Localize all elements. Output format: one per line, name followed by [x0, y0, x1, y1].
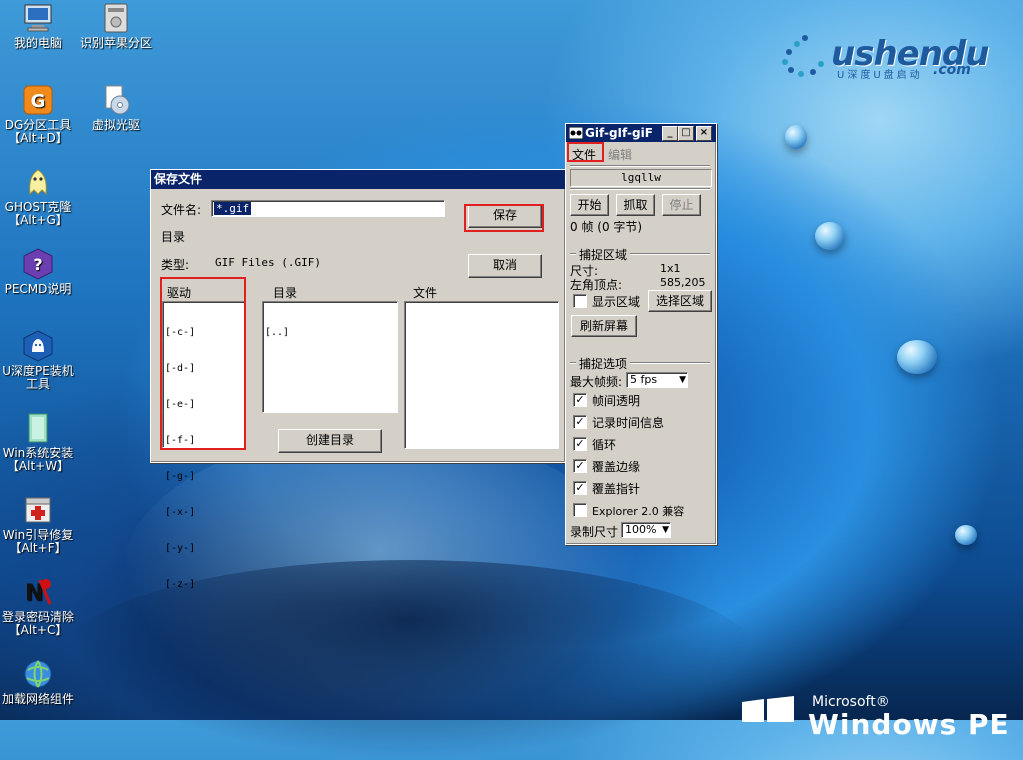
corner-label: 左角顶点:	[570, 278, 623, 292]
filename-label: 文件名:	[161, 203, 202, 217]
desktop-icon-boot-repair[interactable]: Win引导修复 【Alt+F】	[0, 494, 76, 555]
directories-header: 目录	[273, 286, 298, 300]
option-checkbox[interactable]: ✓	[573, 393, 587, 407]
svg-text:G: G	[31, 91, 46, 112]
ushendu-logo: ushendu U深度U盘启动 .com	[775, 28, 1005, 83]
size-value: 1x1	[660, 262, 681, 275]
windows-pe-text: Windows PE	[808, 708, 1010, 741]
gif-tool-title: Gif-gIf-giF	[585, 126, 653, 140]
type-value: GIF Files (.GIF)	[215, 256, 321, 269]
option-label: 覆盖指针	[592, 482, 641, 496]
record-size-select[interactable]: 100% ▼	[621, 522, 671, 538]
svg-text:?: ?	[33, 255, 42, 274]
gif-tool-title-bar: Gif-gIf-giF _ □ ×	[566, 124, 716, 142]
option-checkbox[interactable]	[573, 503, 587, 517]
files-list[interactable]	[404, 301, 559, 449]
record-size-value: 100%	[625, 523, 657, 536]
grab-button[interactable]: 抓取	[616, 194, 655, 216]
directory-label: 目录	[161, 230, 186, 244]
minimize-icon[interactable]: _	[662, 126, 678, 141]
stop-button[interactable]: 停止	[662, 194, 701, 216]
water-drop	[955, 525, 977, 545]
capture-area-header: 捕捉区域	[576, 246, 631, 263]
option-checkbox[interactable]: ✓	[573, 481, 587, 495]
windows-pe-logo: Microsoft® Windows PE	[740, 694, 1020, 741]
desktop-icon-apple-partition[interactable]: 识别苹果分区	[78, 2, 154, 50]
desktop-icon-pecmd-help[interactable]: ? PECMD说明	[0, 248, 76, 296]
desktop-icon-my-computer[interactable]: 我的电脑	[0, 2, 76, 50]
close-icon[interactable]: ×	[696, 126, 712, 141]
option-label: 帧间透明	[592, 394, 641, 408]
desktop-icon-pe-installer[interactable]: U深度PE装机 工具	[0, 330, 76, 391]
list-item[interactable]: [-g-]	[165, 471, 243, 483]
save-button-highlight	[464, 204, 544, 232]
divider	[570, 165, 710, 167]
option-checkbox[interactable]: ✓	[573, 437, 587, 451]
select-area-button[interactable]: 选择区域	[648, 290, 712, 312]
gif-tool-window: Gif-gIf-giF _ □ × 文件 编辑 lgqllw 开始 抓取 停止 …	[565, 123, 717, 545]
filename-value: *.gif	[214, 202, 252, 215]
divider	[570, 188, 710, 190]
water-drop	[785, 125, 807, 149]
virtual-cd-icon	[100, 84, 132, 116]
type-label: 类型:	[161, 258, 190, 272]
list-item[interactable]: [-x-]	[165, 507, 243, 519]
menu-edit[interactable]: 编辑	[608, 146, 632, 163]
files-header: 文件	[413, 286, 438, 300]
show-area-label: 显示区域	[592, 295, 641, 309]
help-icon: ?	[22, 248, 54, 280]
max-fps-select[interactable]: 5 fps ▼	[626, 372, 688, 388]
desktop-icon-win-install[interactable]: Win系统安装 【Alt+W】	[0, 412, 76, 473]
create-directory-button[interactable]: 创建目录	[278, 429, 382, 453]
computer-icon	[22, 2, 54, 34]
corner-value: 585,205	[660, 276, 706, 289]
list-item[interactable]: [-y-]	[165, 543, 243, 555]
frames-info: 0 帧 (0 字节)	[570, 220, 643, 234]
ghost-icon	[22, 166, 54, 198]
dropdown-arrow-icon: ▼	[662, 525, 669, 535]
cancel-button[interactable]: 取消	[468, 254, 542, 278]
desktop-icon-password-clear[interactable]: N 登录密码清除 【Alt+C】	[0, 576, 76, 637]
drives-highlight	[160, 277, 246, 450]
save-dialog-title: 保存文件	[151, 170, 565, 189]
record-size-label: 录制尺寸	[570, 525, 619, 539]
option-label: 循环	[592, 438, 617, 452]
status-display: lgqllw	[570, 169, 712, 187]
dropdown-arrow-icon: ▼	[679, 375, 686, 385]
water-drop	[897, 340, 937, 374]
menu-file-highlight	[567, 142, 604, 162]
option-checkbox[interactable]: ✓	[573, 459, 587, 473]
max-fps-label: 最大帧频:	[570, 375, 623, 389]
show-area-checkbox[interactable]	[573, 294, 587, 308]
logo-suffix: .com	[933, 62, 971, 78]
desktop-icon-virtual-cd[interactable]: 虚拟光驱	[78, 84, 154, 132]
directories-list[interactable]: [..]	[262, 301, 398, 413]
filename-input[interactable]: *.gif	[211, 200, 445, 217]
option-label: Explorer 2.0 兼容	[592, 505, 685, 518]
desktop-icon-network[interactable]: 加载网络组件	[0, 658, 76, 706]
save-file-dialog: 保存文件 文件名: *.gif 目录 类型: GIF Files (.GIF) …	[150, 169, 566, 590]
disk-icon	[100, 2, 132, 34]
start-button[interactable]: 开始	[570, 194, 609, 216]
option-label: 记录时间信息	[592, 416, 665, 430]
water-drop	[815, 222, 845, 250]
network-icon	[22, 658, 54, 690]
capture-options-header: 捕捉选项	[576, 355, 631, 372]
logo-tagline: U深度U盘启动	[837, 70, 923, 81]
boot-repair-icon	[22, 494, 54, 526]
desktop-icon-ghost[interactable]: GHOST克隆 【Alt+G】	[0, 166, 76, 227]
option-checkbox[interactable]: ✓	[573, 415, 587, 429]
desktop-icon-dg-partition[interactable]: G DG分区工具 【Alt+D】	[0, 84, 76, 145]
list-item[interactable]: [-z-]	[165, 579, 243, 591]
password-clear-icon: N	[22, 576, 54, 608]
installer-icon	[22, 330, 54, 362]
app-icon	[569, 127, 583, 139]
maximize-icon[interactable]: □	[678, 126, 694, 141]
win-install-icon	[22, 412, 54, 444]
max-fps-value: 5 fps	[630, 373, 658, 386]
option-label: 覆盖边缘	[592, 460, 641, 474]
diskgenius-icon: G	[22, 84, 54, 116]
refresh-screen-button[interactable]: 刷新屏幕	[571, 315, 637, 337]
list-item[interactable]: [..]	[265, 327, 395, 339]
